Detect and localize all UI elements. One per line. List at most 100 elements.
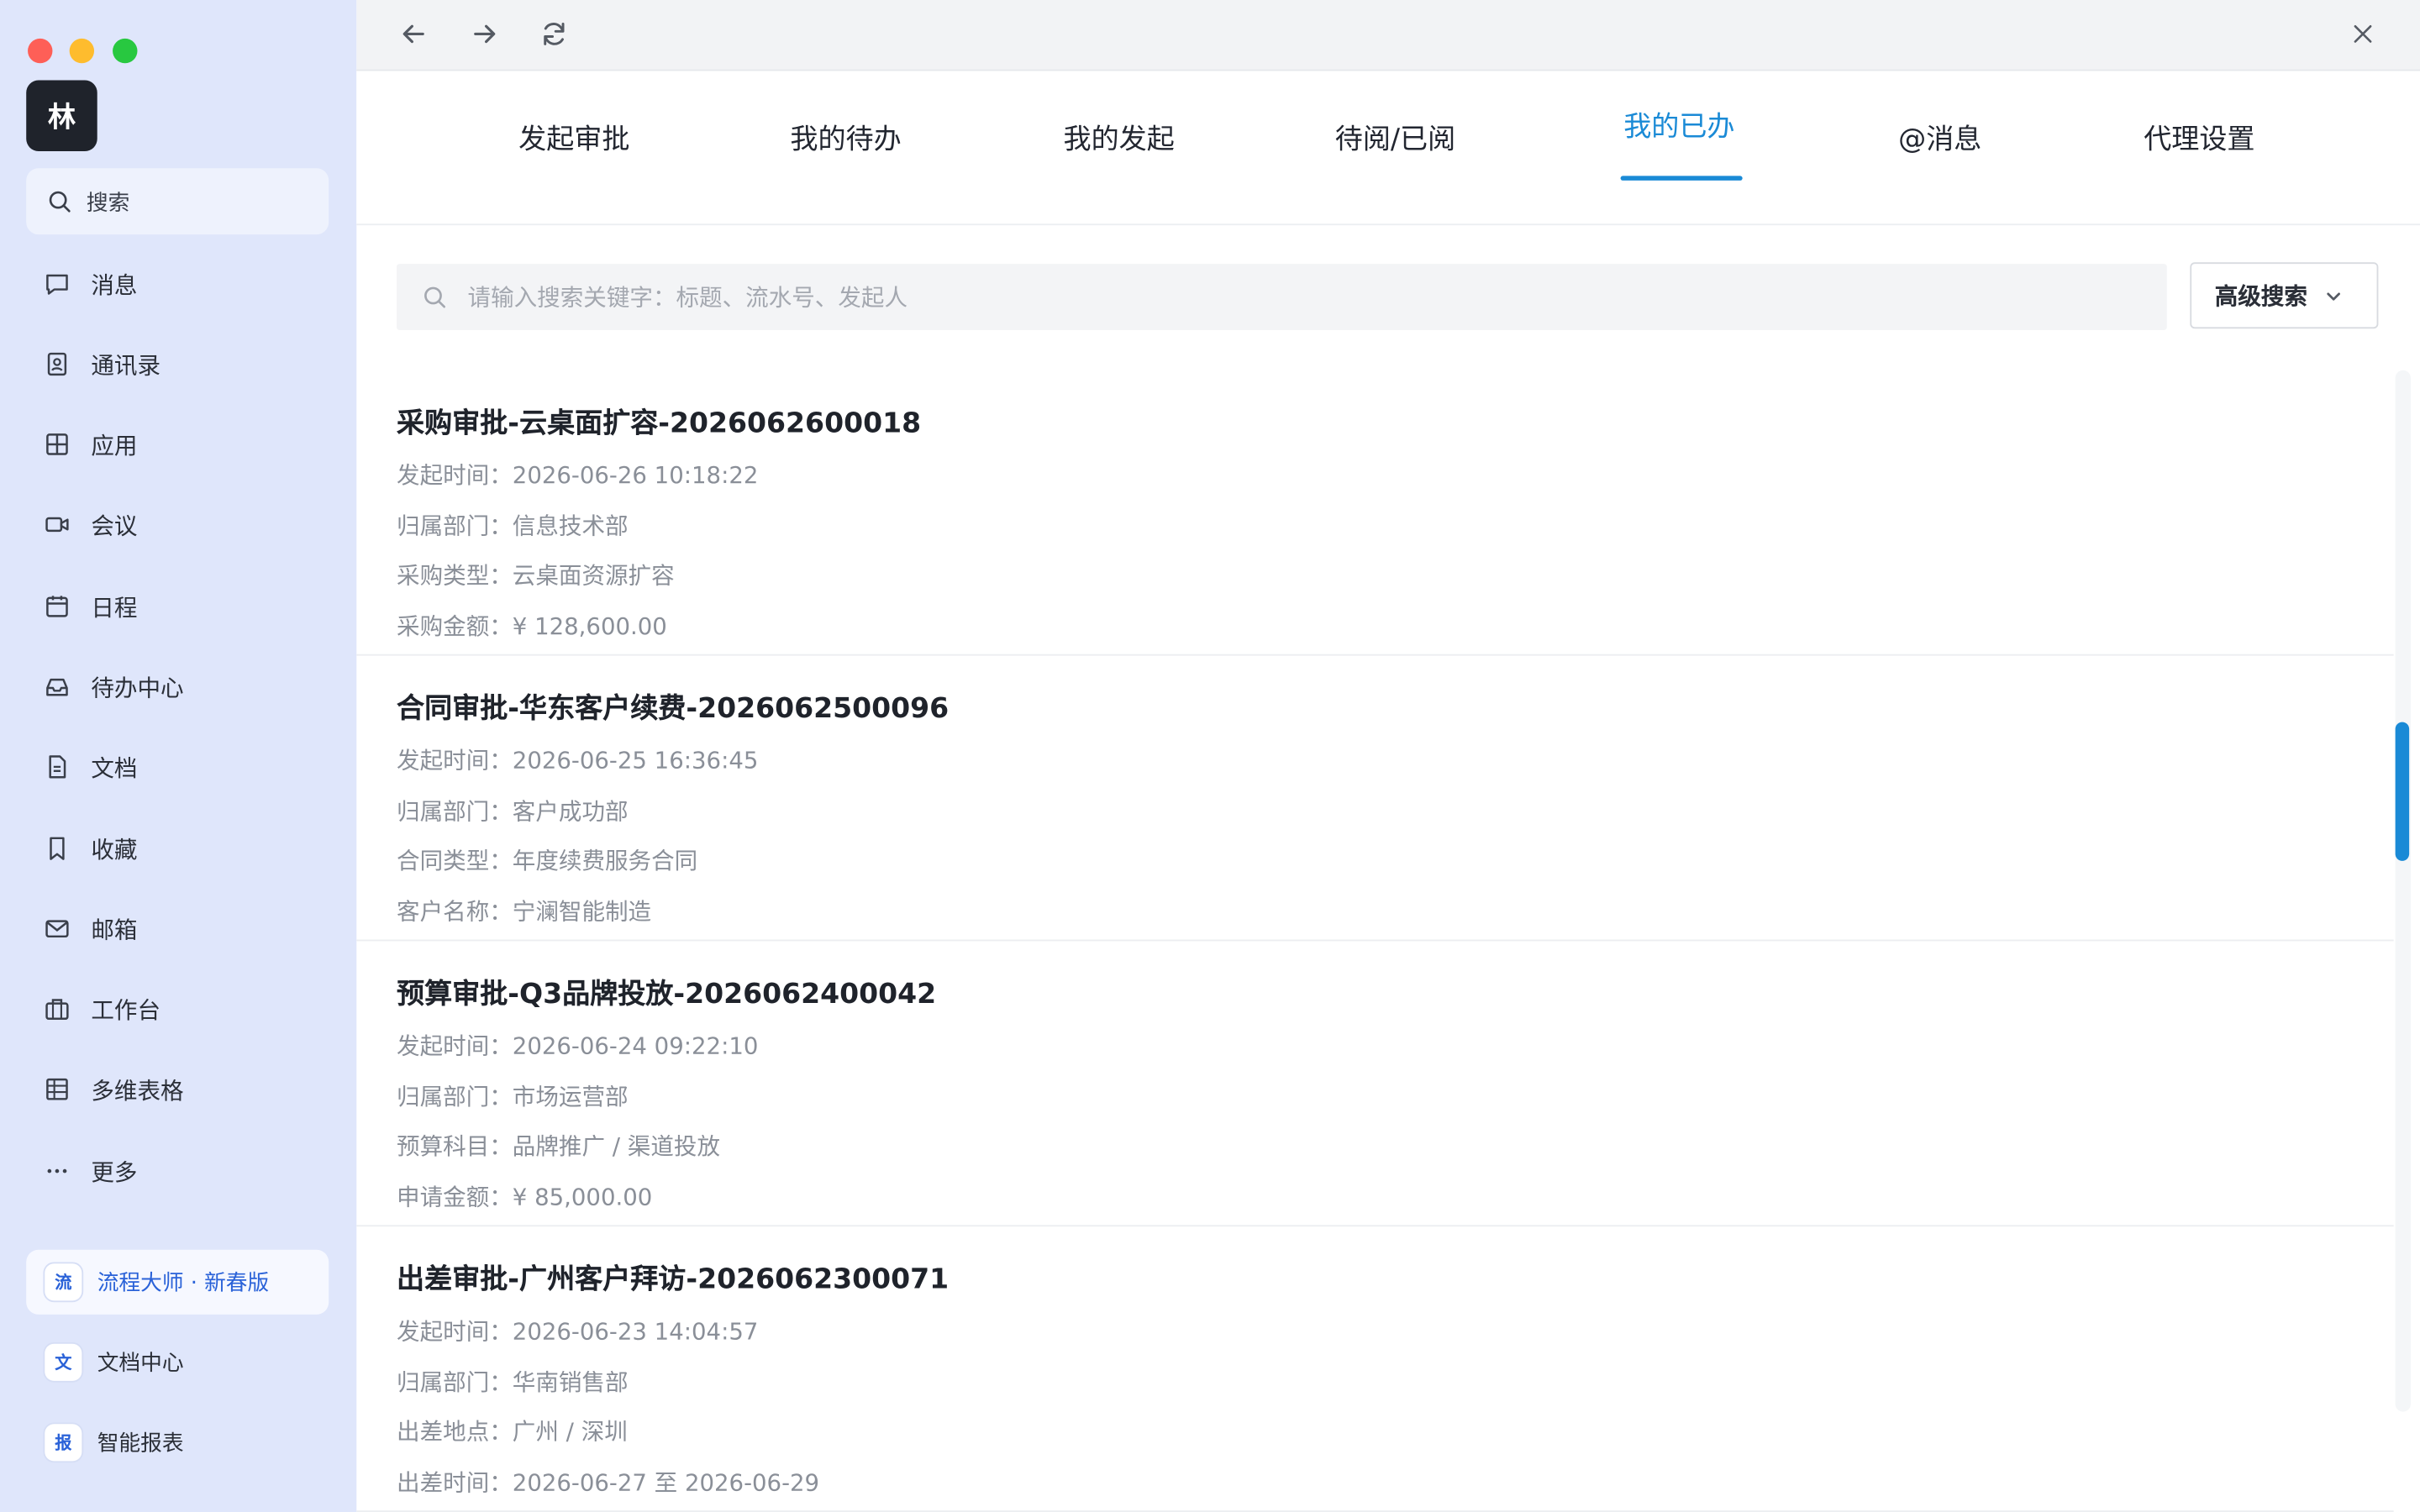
tab-mentions[interactable]: @消息: [1898, 118, 1981, 158]
calendar-icon: [42, 591, 73, 622]
sidebar-item-messages[interactable]: 消息: [26, 253, 329, 314]
sidebar-item-mail[interactable]: 邮箱: [26, 898, 329, 959]
sidebar-item-label: 更多: [91, 1158, 138, 1186]
message-icon: [42, 269, 73, 300]
app-item-label: 智能报表: [97, 1431, 184, 1457]
list-item[interactable]: 出差审批-广州客户拜访-2026062300071 发起时间：2026-06-2…: [356, 1226, 2394, 1512]
record-field: 发起时间：2026-06-24 09:22:10: [397, 1032, 759, 1060]
tab-my-initiated[interactable]: 我的发起: [1064, 118, 1175, 158]
sidebar-item-label: 应用: [91, 431, 138, 459]
sidebar-item-contacts[interactable]: 通讯录: [26, 333, 329, 395]
sidebar-item-label: 文档: [91, 753, 138, 782]
sidebar-item-label: 日程: [91, 593, 138, 622]
sidebar-item-label: 多维表格: [91, 1076, 184, 1105]
search-icon: [424, 286, 446, 307]
record-field: 客户名称：宁澜智能制造: [397, 897, 652, 927]
browser-toolbar: [356, 0, 2420, 71]
app-item-flow-master[interactable]: 流 流程大师 · 新春版: [26, 1249, 329, 1315]
record-search[interactable]: [397, 264, 2167, 331]
advanced-search-label: 高级搜索: [2214, 282, 2307, 311]
app-badge: 文: [45, 1343, 82, 1381]
advanced-search-button[interactable]: 高级搜索: [2190, 262, 2379, 329]
app-item-label: 文档中心: [97, 1351, 184, 1377]
list-item[interactable]: 合同审批-华东客户续费-2026062500096 发起时间：2026-06-2…: [356, 656, 2394, 942]
app-item-smart-report[interactable]: 报 智能报表: [26, 1410, 329, 1475]
list-item[interactable]: 预算审批-Q3品牌投放-2026062400042 发起时间：2026-06-2…: [356, 941, 2394, 1227]
tab-start-approval[interactable]: 发起审批: [518, 118, 629, 158]
sidebar-item-workbench[interactable]: 工作台: [26, 978, 329, 1039]
record-title: 预算审批-Q3品牌投放-2026062400042: [397, 978, 937, 1011]
sidebar-item-apps[interactable]: 应用: [26, 413, 329, 475]
sidebar-item-more[interactable]: 更多: [26, 1140, 329, 1201]
app-item-label: 流程大师 · 新春版: [97, 1271, 270, 1296]
sidebar-item-label: 工作台: [91, 995, 161, 1024]
tab-delegate-settings[interactable]: 代理设置: [2144, 118, 2254, 158]
briefcase-icon: [42, 994, 73, 1025]
refresh-button[interactable]: [535, 15, 572, 52]
sidebar-item-calendar[interactable]: 日程: [26, 575, 329, 637]
minimize-window-button[interactable]: [69, 38, 95, 64]
close-icon: [2354, 24, 2372, 43]
record-field: 出差地点：广州 / 深圳: [397, 1417, 628, 1446]
sidebar-item-docs[interactable]: 文档: [26, 736, 329, 797]
sidebar-item-multi-table[interactable]: 多维表格: [26, 1058, 329, 1120]
avatar[interactable]: 林: [26, 80, 97, 151]
forward-button[interactable]: [466, 15, 503, 52]
record-field: 申请金额：¥ 85,000.00: [397, 1183, 653, 1211]
document-icon: [42, 751, 73, 782]
sidebar-item-label: 待办中心: [91, 673, 184, 701]
record-field: 出差时间：2026-06-27 至 2026-06-29: [397, 1468, 820, 1497]
record-field: 发起时间：2026-06-26 10:18:22: [397, 461, 759, 490]
video-icon: [42, 509, 73, 540]
sidebar-search-label: 搜索: [86, 190, 130, 216]
sidebar-item-favorites[interactable]: 收藏: [26, 817, 329, 879]
bookmark-icon: [42, 833, 73, 864]
record-title: 采购审批-云桌面扩容-2026062600018: [397, 407, 922, 440]
close-tab-button[interactable]: [2344, 15, 2381, 52]
record-title: 合同审批-华东客户续费-2026062500096: [397, 692, 950, 726]
chevron-down-icon: [2327, 291, 2340, 300]
mail-icon: [42, 913, 73, 944]
sidebar-item-label: 收藏: [91, 835, 138, 864]
scrollbar-track[interactable]: [2395, 370, 2411, 1412]
sidebar-item-meetings[interactable]: 会议: [26, 494, 329, 555]
record-field: 合同类型：年度续费服务合同: [397, 847, 698, 875]
sidebar-item-label: 通讯录: [91, 350, 161, 379]
more-icon: [42, 1156, 73, 1187]
sidebar-search[interactable]: 搜索: [26, 168, 329, 235]
tab-my-todo[interactable]: 我的待办: [790, 118, 901, 158]
sidebar-item-label: 邮箱: [91, 916, 138, 944]
record-field: 归属部门：市场运营部: [397, 1083, 629, 1111]
arrow-left-icon: [402, 24, 424, 44]
search-icon: [49, 190, 71, 212]
back-button[interactable]: [395, 15, 432, 52]
apps-icon: [42, 429, 73, 460]
record-field: 采购类型：云桌面资源扩容: [397, 561, 675, 590]
arrow-right-icon: [474, 24, 496, 44]
sidebar-item-todo-center[interactable]: 待办中心: [26, 656, 329, 717]
refresh-icon: [544, 22, 565, 45]
list-item[interactable]: 采购审批-云桌面扩容-2026062600018 发起时间：2026-06-26…: [356, 370, 2394, 656]
tab-bar: 发起审批 我的待办 我的发起 待阅/已阅 我的已办 @消息 代理设置: [356, 71, 2420, 226]
app-window: 林 搜索 消息 通讯录 应用 会议 日程 待办中心 文档 收藏 邮箱 工作台 多…: [0, 0, 2420, 1512]
record-field: 归属部门：客户成功部: [397, 797, 629, 826]
active-tab-indicator: [1620, 176, 1743, 181]
search-input[interactable]: [464, 281, 2138, 312]
tab-to-read[interactable]: 待阅/已阅: [1335, 118, 1455, 158]
sidebar-item-label: 会议: [91, 511, 138, 539]
record-field: 归属部门：华南销售部: [397, 1368, 629, 1397]
record-field: 归属部门：信息技术部: [397, 512, 629, 540]
sidebar-item-label: 消息: [91, 270, 138, 299]
record-field: 采购金额：¥ 128,600.00: [397, 612, 667, 641]
scrollbar-thumb[interactable]: [2395, 722, 2410, 861]
record-title: 出差审批-广州客户拜访-2026062300071: [397, 1263, 950, 1296]
tab-my-done[interactable]: 我的已办: [1623, 105, 1734, 145]
approval-list: 采购审批-云桌面扩容-2026062600018 发起时间：2026-06-26…: [356, 370, 2394, 1512]
record-field: 发起时间：2026-06-25 16:36:45: [397, 746, 759, 775]
close-window-button[interactable]: [28, 38, 53, 64]
maximize-window-button[interactable]: [113, 38, 138, 64]
record-field: 发起时间：2026-06-23 14:04:57: [397, 1317, 759, 1346]
sidebar: 林 搜索 消息 通讯录 应用 会议 日程 待办中心 文档 收藏 邮箱 工作台 多…: [0, 0, 357, 1512]
app-item-doc-center[interactable]: 文 文档中心: [26, 1330, 329, 1394]
app-badge: 流: [45, 1263, 82, 1301]
